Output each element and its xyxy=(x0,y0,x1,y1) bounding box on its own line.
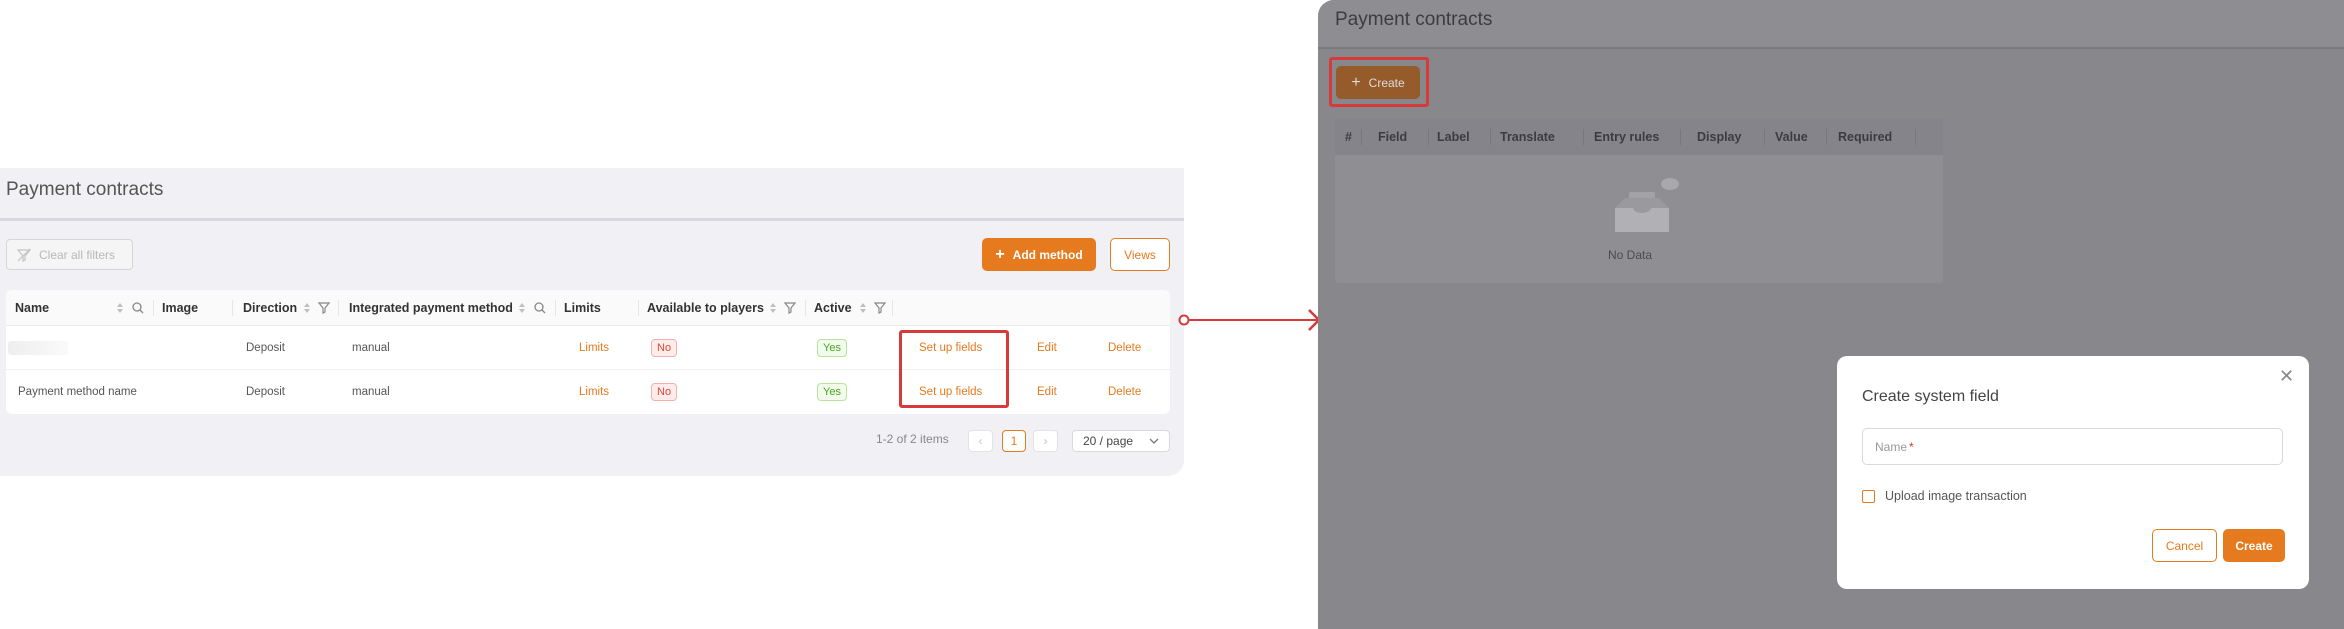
flow-arrow-icon xyxy=(1178,309,1321,331)
column-header-name[interactable]: Name xyxy=(15,290,49,326)
column-header-available-to-players[interactable]: Available to players xyxy=(647,290,764,326)
sort-icon[interactable] xyxy=(518,290,526,326)
column-separator xyxy=(1428,129,1429,145)
row-direction-cell: Deposit xyxy=(246,342,285,354)
name-input[interactable]: Name * xyxy=(1862,428,2283,465)
column-separator xyxy=(1680,129,1681,145)
plus-icon: + xyxy=(995,245,1005,263)
column-header-integrated-payment-method[interactable]: Integrated payment method xyxy=(349,290,513,326)
sort-icon[interactable] xyxy=(769,290,777,326)
modal-title: Create system field xyxy=(1862,388,1999,405)
column-header-value: Value xyxy=(1775,130,1808,144)
edit-link[interactable]: Edit xyxy=(1037,326,1057,370)
column-header-required: Required xyxy=(1838,130,1893,144)
chevron-right-icon: › xyxy=(1043,434,1048,448)
column-separator xyxy=(638,300,639,316)
empty-box-icon xyxy=(1615,178,1679,232)
column-header-index: # xyxy=(1345,130,1352,144)
active-yes-tag: Yes xyxy=(817,383,847,401)
filter-icon[interactable] xyxy=(318,290,330,326)
no-data-text: No Data xyxy=(1608,248,1653,262)
column-separator xyxy=(338,300,339,316)
search-icon[interactable] xyxy=(132,290,144,326)
name-placeholder: Name xyxy=(1875,439,1908,454)
blurred-name xyxy=(8,341,68,355)
column-separator xyxy=(892,300,893,316)
fields-table-header: # Field Label Translate Entry rules Disp… xyxy=(1335,119,1943,155)
column-separator xyxy=(555,300,556,316)
column-header-active[interactable]: Active xyxy=(814,290,852,326)
row-method-cell: manual xyxy=(352,386,390,398)
limits-link[interactable]: Limits xyxy=(579,326,609,370)
column-separator xyxy=(153,300,154,316)
modal-create-button[interactable]: Create xyxy=(2223,529,2285,562)
page-1-button[interactable]: 1 xyxy=(1002,430,1026,452)
column-separator xyxy=(1826,129,1827,145)
left-title-divider xyxy=(0,218,1184,221)
column-separator xyxy=(1583,129,1584,145)
column-header-label: Label xyxy=(1437,130,1470,144)
limits-link[interactable]: Limits xyxy=(579,370,609,414)
available-cell: No xyxy=(651,370,678,414)
create-highlight-box xyxy=(1329,57,1429,107)
add-method-label: Add method xyxy=(1012,247,1083,262)
filter-icon[interactable] xyxy=(874,290,886,326)
views-button[interactable]: Views xyxy=(1110,238,1170,271)
add-method-button[interactable]: + Add method xyxy=(982,238,1096,271)
table-header: Name Image Direction Integrated payment … xyxy=(6,290,1170,326)
available-no-tag: No xyxy=(651,383,678,401)
row-method-cell: manual xyxy=(352,342,390,354)
cancel-button[interactable]: Cancel xyxy=(2152,529,2217,562)
sort-icon[interactable] xyxy=(303,290,311,326)
column-header-translate: Translate xyxy=(1500,130,1555,144)
required-mark: * xyxy=(1909,439,1914,454)
row-direction-cell: Deposit xyxy=(246,386,285,398)
page-size-value: 20 / page xyxy=(1083,434,1134,448)
column-header-entry-rules: Entry rules xyxy=(1594,130,1660,144)
column-separator xyxy=(805,300,806,316)
column-separator xyxy=(1915,129,1916,145)
active-cell: Yes xyxy=(817,370,847,414)
search-icon[interactable] xyxy=(534,290,546,326)
column-header-display: Display xyxy=(1697,130,1742,144)
column-separator xyxy=(1764,129,1765,145)
active-yes-tag: Yes xyxy=(817,339,847,357)
column-separator xyxy=(1490,129,1491,145)
upload-image-transaction-checkbox[interactable] xyxy=(1862,490,1875,503)
filter-icon[interactable] xyxy=(784,290,796,326)
chevron-down-icon xyxy=(1149,438,1159,444)
upload-image-transaction-label[interactable]: Upload image transaction xyxy=(1885,489,2027,503)
column-separator xyxy=(232,300,233,316)
column-header-image: Image xyxy=(162,301,199,315)
column-header-field: Field xyxy=(1378,130,1408,144)
available-no-tag: No xyxy=(651,339,678,357)
active-cell: Yes xyxy=(817,326,847,370)
pagination-total: 1-2 of 2 items xyxy=(876,432,949,446)
delete-link[interactable]: Delete xyxy=(1108,370,1141,414)
chevron-left-icon: ‹ xyxy=(978,434,983,448)
set-up-fields-highlight-box xyxy=(899,330,1009,408)
column-header-direction[interactable]: Direction xyxy=(243,290,297,326)
filter-off-icon xyxy=(17,248,31,262)
right-page-title: Payment contracts xyxy=(1335,9,1493,30)
left-page-title: Payment contracts xyxy=(6,179,164,200)
delete-link[interactable]: Delete xyxy=(1108,326,1141,370)
clear-all-filters-button[interactable]: Clear all filters xyxy=(6,239,133,270)
next-page-button[interactable]: › xyxy=(1033,430,1058,452)
sort-icon[interactable] xyxy=(116,290,124,326)
row-name-cell xyxy=(8,326,68,370)
available-cell: No xyxy=(651,326,678,370)
clear-all-filters-label: Clear all filters xyxy=(39,247,116,262)
page-size-select[interactable]: 20 / page xyxy=(1072,430,1170,452)
column-header-limits: Limits xyxy=(564,301,601,315)
prev-page-button[interactable]: ‹ xyxy=(968,430,993,452)
close-icon[interactable]: ✕ xyxy=(2279,366,2294,387)
column-separator xyxy=(1361,129,1362,145)
row-name-cell: Payment method name xyxy=(18,386,137,398)
sort-icon[interactable] xyxy=(859,290,867,326)
edit-link[interactable]: Edit xyxy=(1037,370,1057,414)
